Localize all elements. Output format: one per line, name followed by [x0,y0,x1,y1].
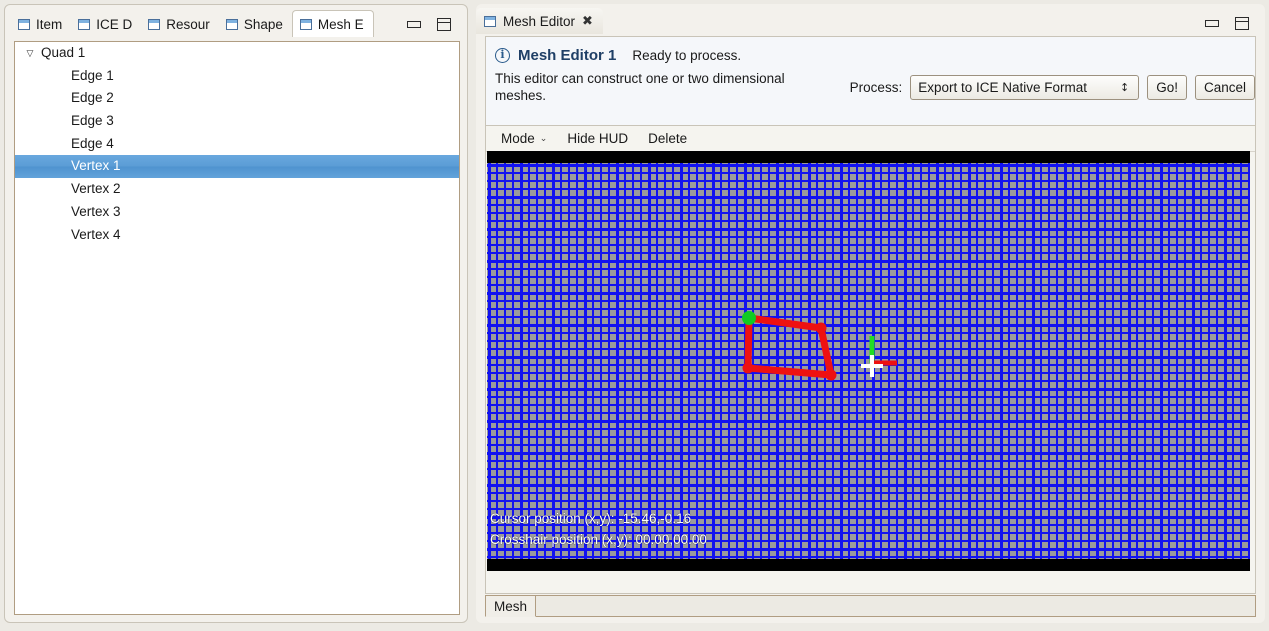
tree-item-label: Quad 1 [41,45,86,60]
left-tabbar: Item ICE D Resour Shape Mesh E [5,5,467,37]
tree-item-label: Vertex 3 [71,203,121,219]
mesh-grid [487,163,1250,559]
tree-item-label: Edge 1 [71,67,114,83]
editor-description: This editor can construct one or two dim… [495,71,785,103]
editor-form-header: i Mesh Editor 1 Ready to process. This e… [485,36,1256,126]
tab-mesh-editor[interactable]: Mesh E [291,10,374,37]
editor-menubar: Mode ⌄ Hide HUD Delete [486,126,1255,152]
maximize-icon[interactable] [437,18,451,31]
tab-shape[interactable]: Shape [219,12,292,36]
tree-item-edge-1[interactable]: Edge 1 [15,65,459,88]
tree-item-label: Vertex 2 [71,181,121,197]
status-text: Ready to process. [632,48,742,63]
go-button[interactable]: Go! [1147,75,1187,100]
process-select[interactable]: Export to ICE Native Format ↕ [910,75,1140,100]
menu-delete[interactable]: Delete [638,127,697,151]
menu-label: Hide HUD [567,131,629,146]
bottom-tab-filler [536,595,1256,617]
window-icon [78,18,91,30]
close-icon[interactable]: ✖ [582,15,593,28]
tree-item-edge-2[interactable]: Edge 2 [15,87,459,110]
tree-item-quad-1[interactable]: ▽ Quad 1 [15,42,459,65]
right-tabbar: Mesh Editor ✖ [476,4,1265,34]
chevron-down-icon[interactable]: ▽ [23,42,37,65]
hud-crosshair-position: Crosshair position (x,y): 00.00,00.00 [490,532,707,547]
process-select-value: Export to ICE Native Format [918,80,1088,95]
window-icon [18,18,30,30]
menu-label: Delete [648,131,688,146]
tree-item-edge-4[interactable]: Edge 4 [15,133,459,156]
process-row: Process: Export to ICE Native Format ↕ G… [850,75,1255,100]
left-window-controls [407,18,467,35]
tree-item-label: Edge 3 [71,113,114,129]
tree-item-label: Edge 4 [71,135,114,151]
tab-label: ICE D [96,16,133,32]
right-window-controls [1205,17,1265,34]
tab-label: Mesh Editor [503,13,576,29]
tab-label: Item [36,16,63,32]
tab-mesh-editor-view[interactable]: Mesh Editor ✖ [476,8,603,34]
cancel-button[interactable]: Cancel [1194,75,1255,100]
tab-label: Shape [243,16,283,32]
tree-item-label: Vertex 1 [71,158,121,174]
window-icon [148,18,161,30]
mesh-tree[interactable]: ▽ Quad 1 Edge 1 Edge 2 Edge 3 Edge 4 Ver… [14,41,460,615]
bottom-tabbar: Mesh [485,595,1256,619]
tree-item-label: Edge 2 [71,90,114,106]
mesh-editor-panel: Mesh Editor ✖ i Mesh Editor 1 Ready to p… [476,4,1265,623]
form-title-row: i Mesh Editor 1 Ready to process. [486,37,1255,64]
hud-cursor-position: Cursor position (x,y): -15.46,-0.16 [490,511,692,526]
chevron-updown-icon: ↕ [1119,81,1130,94]
maximize-icon[interactable] [1235,17,1249,30]
chevron-down-icon: ⌄ [539,133,548,144]
tree-item-vertex-1[interactable]: Vertex 1 [15,155,459,179]
tree-item-vertex-2[interactable]: Vertex 2 [15,178,459,201]
menu-hide-hud[interactable]: Hide HUD [557,127,638,151]
tab-label: Resour [166,16,210,32]
tree-item-vertex-4[interactable]: Vertex 4 [15,224,459,247]
process-label: Process: [849,80,903,95]
tab-resources[interactable]: Resour [141,12,219,36]
page-title: Mesh Editor 1 [518,47,617,64]
window-icon [225,18,238,30]
mesh-canvas-area: Mode ⌄ Hide HUD Delete Cursor position (… [485,126,1256,594]
tree-item-edge-3[interactable]: Edge 3 [15,110,459,133]
menu-label: Mode [501,131,535,146]
minimize-icon[interactable] [407,21,421,28]
menu-mode[interactable]: Mode ⌄ [491,127,557,151]
info-icon: i [495,48,510,63]
minimize-icon[interactable] [1205,20,1219,27]
left-panel: Item ICE D Resour Shape Mesh E ▽ Quad 1 [4,4,468,623]
form-body: This editor can construct one or two dim… [486,64,1255,104]
bottom-tab-mesh[interactable]: Mesh [485,595,537,617]
tab-label: Mesh E [317,16,364,32]
mesh-viewport[interactable]: Cursor position (x,y): -15.46,-0.16 Cros… [487,151,1250,571]
tab-ice-d[interactable]: ICE D [71,12,141,36]
tree-item-vertex-3[interactable]: Vertex 3 [15,201,459,224]
window-icon [484,15,496,27]
tree-item-label: Vertex 4 [71,226,121,242]
window-icon [299,18,312,30]
tab-item[interactable]: Item [11,12,71,36]
